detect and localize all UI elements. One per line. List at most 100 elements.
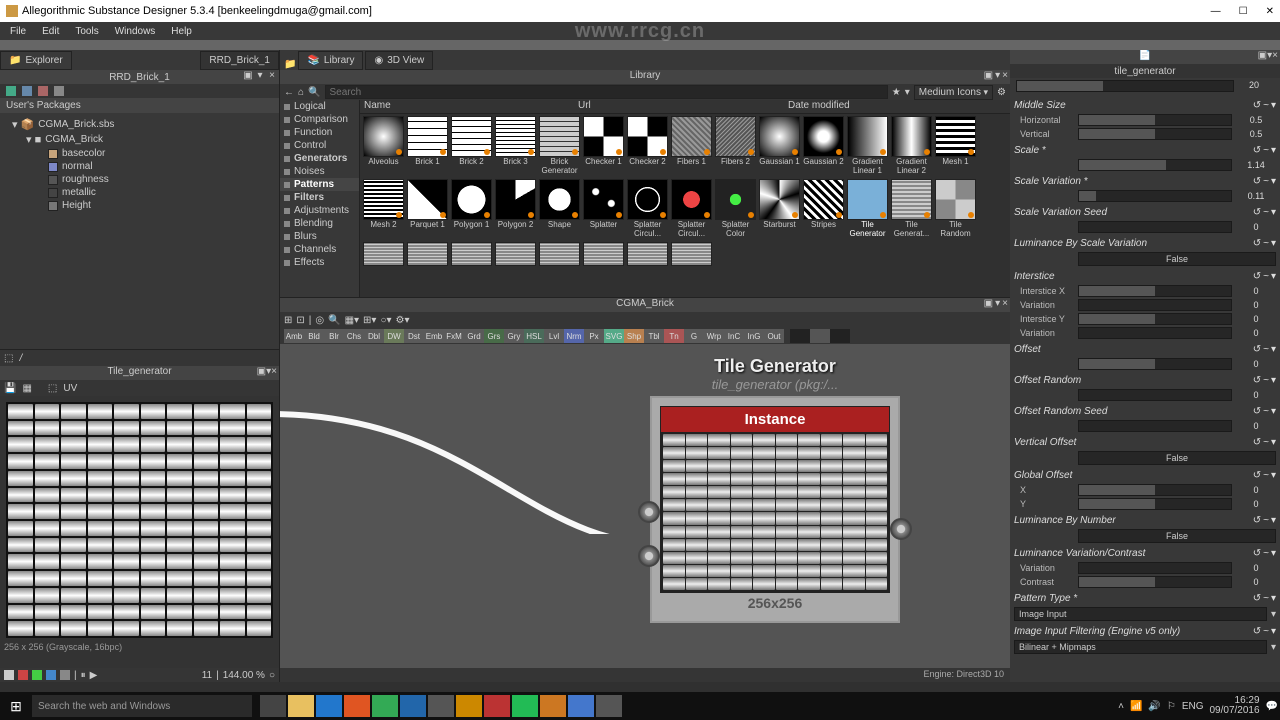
prop-bool-btn[interactable]: False — [1078, 252, 1276, 266]
filter-menu-icon[interactable]: ▾ — [905, 87, 910, 98]
tab-explorer[interactable]: 📁 Explorer — [0, 51, 72, 70]
prop-bool-btn[interactable]: False — [1078, 529, 1276, 543]
pv-ch-g-icon[interactable] — [32, 670, 42, 680]
thumb-extra-0[interactable] — [362, 242, 405, 266]
lib-back-icon[interactable]: ← — [284, 87, 294, 98]
pv-zoom-reset-icon[interactable]: ○ — [269, 670, 275, 681]
prop-group[interactable]: Scale Variation *↺~▾ — [1014, 172, 1276, 189]
maximize-button[interactable]: ☐ — [1239, 6, 1248, 17]
taskbar-app-12[interactable] — [596, 695, 622, 717]
chip-amb[interactable]: Amb — [284, 329, 304, 343]
category-comparison[interactable]: Comparison — [280, 113, 359, 126]
prop-group[interactable]: Vertical Offset↺~▾ — [1014, 433, 1276, 450]
graph-canvas[interactable]: Tile Generator tile_generator (pkg:/... … — [280, 344, 1010, 668]
gr-tool3-icon[interactable]: ◎ — [315, 315, 324, 326]
thumb-extra-5[interactable] — [582, 242, 625, 266]
chip-emb[interactable]: Emb — [424, 329, 444, 343]
close-button[interactable]: ✕ — [1266, 6, 1274, 17]
thumb-polygon-1[interactable]: Polygon 1 — [450, 179, 493, 240]
gr-zoom-icon[interactable]: 🔍 — [328, 315, 340, 326]
play-icon[interactable] — [6, 86, 16, 96]
pv-ch-a-icon[interactable] — [60, 670, 70, 680]
menu-edit[interactable]: Edit — [34, 24, 67, 39]
category-logical[interactable]: Logical — [280, 100, 359, 113]
chip-tbl[interactable]: Tbl — [644, 329, 664, 343]
category-patterns[interactable]: Patterns — [280, 178, 359, 191]
chip-dw[interactable]: DW — [384, 329, 404, 343]
chip-extra-0[interactable] — [790, 329, 810, 343]
menu-file[interactable]: File — [2, 24, 34, 39]
node-input-port-2[interactable] — [638, 545, 660, 567]
tray-lang[interactable]: ENG — [1182, 701, 1204, 712]
prop-combo-select[interactable]: Bilinear + Mipmaps — [1014, 640, 1267, 654]
col-name[interactable]: Name — [360, 100, 578, 113]
tree-graph[interactable]: ▾ ■ CGMA_Brick — [12, 132, 279, 147]
gr-max-icon[interactable]: ▣ — [984, 298, 993, 309]
tree-output-basecolor[interactable]: basecolor — [12, 147, 279, 160]
category-effects[interactable]: Effects — [280, 256, 359, 269]
pv-pin-icon[interactable]: ▣ — [257, 366, 266, 377]
tree-output-metallic[interactable]: metallic — [12, 186, 279, 199]
pv-grid-icon[interactable]: ▦ — [22, 383, 31, 394]
chip-px[interactable]: Px — [584, 329, 604, 343]
gr-tool6-icon[interactable]: ⊞▾ — [363, 315, 376, 326]
tree-root[interactable]: ▾ 📦 CGMA_Brick.sbs — [12, 117, 279, 132]
gr-tool2-icon[interactable]: ⊡ — [296, 315, 304, 326]
taskbar-app-0[interactable] — [260, 695, 286, 717]
prop-group[interactable]: Offset↺~▾ — [1014, 340, 1276, 357]
thumb-splatter[interactable]: Splatter — [582, 179, 625, 240]
thumb-splatter-color[interactable]: Splatter Color — [714, 179, 757, 240]
category-generators[interactable]: Generators — [280, 152, 359, 165]
pv-close-icon[interactable]: × — [271, 366, 277, 377]
thumb-brick-3[interactable]: Brick 3 — [494, 116, 537, 177]
menu-tools[interactable]: Tools — [67, 24, 106, 39]
category-filters[interactable]: Filters — [280, 191, 359, 204]
category-blending[interactable]: Blending — [280, 217, 359, 230]
prop-slider[interactable] — [1078, 327, 1232, 339]
category-function[interactable]: Function — [280, 126, 359, 139]
chip-dbl[interactable]: Dbl — [364, 329, 384, 343]
prop-slider[interactable] — [1078, 190, 1232, 202]
tree-output-Height[interactable]: Height — [12, 199, 279, 212]
chip-blr[interactable]: Blr — [324, 329, 344, 343]
prop-slider[interactable] — [1078, 159, 1232, 171]
start-button[interactable]: ⊞ — [2, 692, 30, 720]
chip-dst[interactable]: Dst — [404, 329, 424, 343]
tray-net-icon[interactable]: 📶 — [1130, 701, 1142, 712]
thumb-alveolus[interactable]: Alveolus — [362, 116, 405, 177]
taskbar-app-5[interactable] — [400, 695, 426, 717]
chip-g[interactable]: G — [684, 329, 704, 343]
thumb-extra-1[interactable] — [406, 242, 449, 266]
prop-slider[interactable] — [1078, 498, 1232, 510]
lib-pin-icon[interactable]: ▣ — [984, 70, 993, 81]
prop-slider[interactable] — [1078, 299, 1232, 311]
lib-settings-icon[interactable]: ⚙ — [997, 87, 1006, 98]
category-control[interactable]: Control — [280, 139, 359, 152]
tree-output-roughness[interactable]: roughness — [12, 173, 279, 186]
prop-slider[interactable] — [1078, 285, 1232, 297]
prop-slider[interactable] — [1078, 221, 1232, 233]
pv-glyph-icon[interactable]: ⬚ — [48, 383, 57, 394]
prop-slider[interactable] — [1078, 313, 1232, 325]
prop-group[interactable]: Pattern Type *↺~▾ — [1014, 589, 1276, 606]
chip-chs[interactable]: Chs — [344, 329, 364, 343]
minimize-button[interactable]: — — [1211, 6, 1221, 17]
taskbar-app-10[interactable] — [540, 695, 566, 717]
prop-group[interactable]: Global Offset↺~▾ — [1014, 466, 1276, 483]
prop-slider[interactable] — [1078, 576, 1232, 588]
pv-play-icon[interactable]: ▶ — [90, 670, 98, 681]
prop-slider[interactable] — [1078, 114, 1232, 126]
prop-slider[interactable] — [1078, 128, 1232, 140]
lib-folder-icon[interactable]: 📁 — [284, 59, 296, 70]
panel-close-icon[interactable]: × — [267, 72, 277, 82]
thumb-extra-2[interactable] — [450, 242, 493, 266]
thumb-extra-6[interactable] — [626, 242, 669, 266]
tool2-icon[interactable] — [22, 86, 32, 96]
thumb-starburst[interactable]: Starburst — [758, 179, 801, 240]
taskbar-search[interactable]: Search the web and Windows — [32, 695, 252, 717]
thumb-stripes[interactable]: Stripes — [802, 179, 845, 240]
thumb-splatter-circul-[interactable]: Splatter Circul... — [626, 179, 669, 240]
menu-windows[interactable]: Windows — [107, 24, 164, 39]
pv-tool-icon[interactable]: ⬚ — [4, 353, 13, 364]
thumb-splatter-circul-[interactable]: Splatter Circul... — [670, 179, 713, 240]
